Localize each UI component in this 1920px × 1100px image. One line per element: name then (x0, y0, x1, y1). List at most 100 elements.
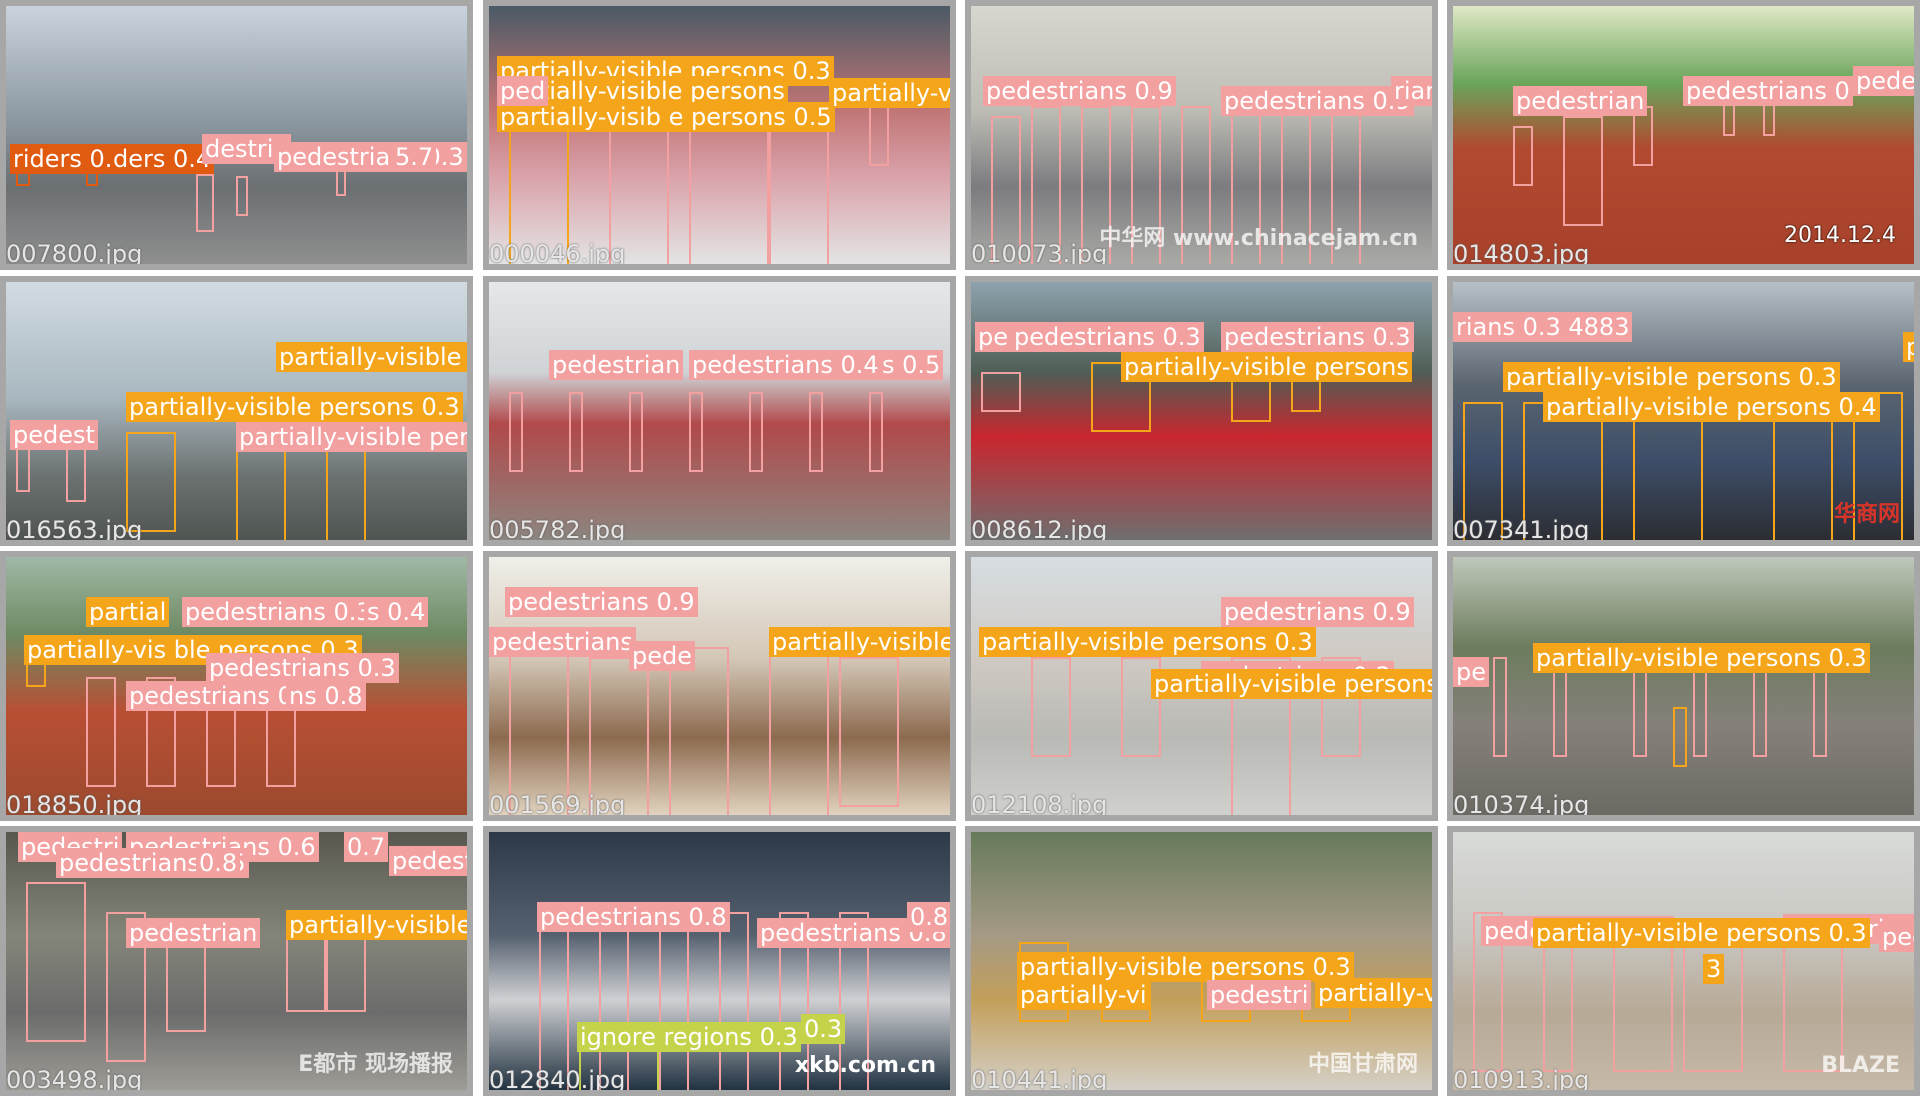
detection-label: 0.8 (196, 848, 241, 878)
image-tile: pedestrians 0.8pedestrians 0.80.80.9igno… (483, 826, 956, 1096)
file-name: 003498.jpg (6, 1066, 143, 1094)
detection-label: pedestrians 0.9 (983, 76, 1176, 106)
detection-label: pedestrians 0.8 (537, 902, 730, 932)
image-tile: partially-visible persons 0.3 partially-v… (965, 826, 1438, 1096)
detection-label: pedestrians 0.9 (505, 587, 698, 617)
detection-label: partially-visible perso (276, 342, 467, 372)
image-tile: pedestri pedestrians 0.6 0.7 pedestrians 0.… (0, 826, 473, 1096)
bounding-box (1493, 657, 1507, 757)
detection-label: partially-visible persons 0.3 (1503, 362, 1840, 392)
date-stamp: 2014.12.4 (1784, 223, 1896, 248)
detection-label: pedestrians 0.9 (1221, 86, 1414, 116)
file-name: 008612.jpg (971, 516, 1108, 544)
detection-label: 0.7 (344, 832, 389, 862)
file-name: 007341.jpg (1453, 516, 1590, 544)
detection-label: partially-visible persons (286, 910, 467, 940)
bounding-box (669, 647, 729, 815)
bounding-box (26, 882, 86, 1042)
detection-label: ped (497, 76, 549, 106)
file-name: 016563.jpg (6, 516, 143, 544)
bounding-box (1563, 116, 1603, 226)
image-tile: partial pedestrians 0.3 s 0.4 partially-vis… (0, 551, 473, 821)
detection-label: partially-visible persons (1121, 352, 1412, 382)
photo-scene (971, 282, 1432, 540)
image-tile: riders 0.3 ders 0.4 destria pedestrians 0.3… (0, 0, 473, 270)
detection-label: partially-visible persons 0.3 (979, 627, 1316, 657)
file-name: 012108.jpg (971, 791, 1108, 819)
image-tile: pedestrian pedestrians 0 pede 2014.12.4 0148… (1447, 0, 1920, 270)
image-tile: pedestrians 0.3 pedestrians 0.3 partially-… (965, 276, 1438, 546)
bounding-box (196, 174, 214, 232)
image-tile: partially-visible persons 0.3 pe 010374.jp… (1447, 551, 1920, 821)
image-tile: pedestrians 0.9pedestrians 0.9rians中华网 w… (965, 0, 1438, 270)
detection-label: pedestrian (126, 918, 261, 948)
photo-scene (1453, 557, 1914, 815)
detection-label: partially-visible persons 0.3 (1017, 952, 1354, 982)
detection-label: s 0.5 (879, 350, 944, 380)
detection-label: 3 (1703, 954, 1725, 984)
detection-label: pe (975, 322, 1011, 352)
detection-label: pedestrians (489, 627, 636, 657)
detection-label: 5.7 (392, 142, 437, 172)
bounding-box (539, 912, 569, 1090)
detection-label: pedestrians 0.3 (1221, 322, 1414, 352)
detection-label: partially-visible persons 0 (1903, 332, 1914, 362)
file-name: 010441.jpg (971, 1066, 1108, 1094)
bounding-box (839, 657, 899, 807)
detection-label: rians 0.3 4883 (1453, 312, 1633, 342)
bounding-box (1031, 657, 1071, 757)
detection-label: ders 0.4 (110, 144, 215, 174)
image-tile: partially-visible persons 0.3 partially-v… (483, 0, 956, 270)
bounding-box (86, 677, 116, 787)
detection-label: partially-visible persons 0.3 (126, 392, 463, 422)
image-tile: partially-visible persons 0.3 pedestrians… (965, 551, 1438, 821)
bounding-box (869, 106, 889, 166)
bounding-box (981, 372, 1021, 412)
detection-label: partial (86, 597, 170, 627)
detection-label: pedestrians 0 (1683, 76, 1853, 106)
bounding-box (809, 392, 823, 472)
image-tile: pedestrian pedestrians 0.4 s 0.5 005782.jpg (483, 276, 956, 546)
detection-label: 0.3 (801, 1014, 846, 1044)
detection-label: ns 0.8 (286, 681, 366, 711)
detection-label: pede (1879, 922, 1914, 952)
bounding-box (629, 392, 643, 472)
file-name: 012840.jpg (489, 1066, 626, 1094)
file-name: 007800.jpg (6, 240, 143, 268)
detection-label: partially-vi (1017, 980, 1150, 1010)
detection-label: pedestrian (1513, 86, 1648, 116)
detection-label: partially-visible persons 0.4 (1543, 392, 1880, 422)
detection-label: pedestri (1207, 980, 1312, 1010)
bounding-box (1673, 707, 1687, 767)
detection-label: partially-visible persons (1151, 669, 1432, 699)
bounding-box (236, 176, 248, 216)
detection-label: pede (629, 641, 695, 671)
detection-label: partially-visible persons 0.3 (1533, 643, 1870, 673)
detection-label: pe (1453, 657, 1489, 687)
bounding-box (749, 392, 763, 472)
file-name: 010073.jpg (971, 240, 1108, 268)
watermark: 华商网 (1833, 502, 1900, 527)
file-name: 018850.jpg (6, 791, 143, 819)
image-tile: pedestrians 0.7pedestrianspedestrians 0p… (1447, 826, 1920, 1096)
detection-label: pedestrians 0.3 (1011, 322, 1204, 352)
detection-mosaic: riders 0.3 ders 0.4 destria pedestrians 0.3… (0, 0, 1920, 1100)
bounding-box (1513, 126, 1533, 186)
detection-label: pedestrians 0.3 (206, 653, 399, 683)
file-name: 010913.jpg (1453, 1066, 1590, 1094)
bounding-box (659, 912, 689, 1090)
detection-label: pedestrians 0.8 (389, 846, 467, 876)
detection-label: partially-visible (769, 627, 950, 657)
detection-label: ignore regions 0.3 (577, 1022, 801, 1052)
detection-label: partially-vis (829, 78, 950, 108)
detection-label: 0.8 (907, 902, 950, 932)
file-name: 010374.jpg (1453, 791, 1590, 819)
file-name: 000046.jpg (489, 240, 626, 268)
bounding-box (509, 392, 523, 472)
watermark: 中华网 www.chinacejam.cn (1099, 226, 1418, 251)
image-tile: partially-visible perso partially-visible… (0, 276, 473, 546)
bounding-box (869, 392, 883, 472)
detection-label: rians (1391, 76, 1432, 106)
detection-label: partially-visib e persons 0.5 (497, 102, 835, 132)
file-name: 001569.jpg (489, 791, 626, 819)
